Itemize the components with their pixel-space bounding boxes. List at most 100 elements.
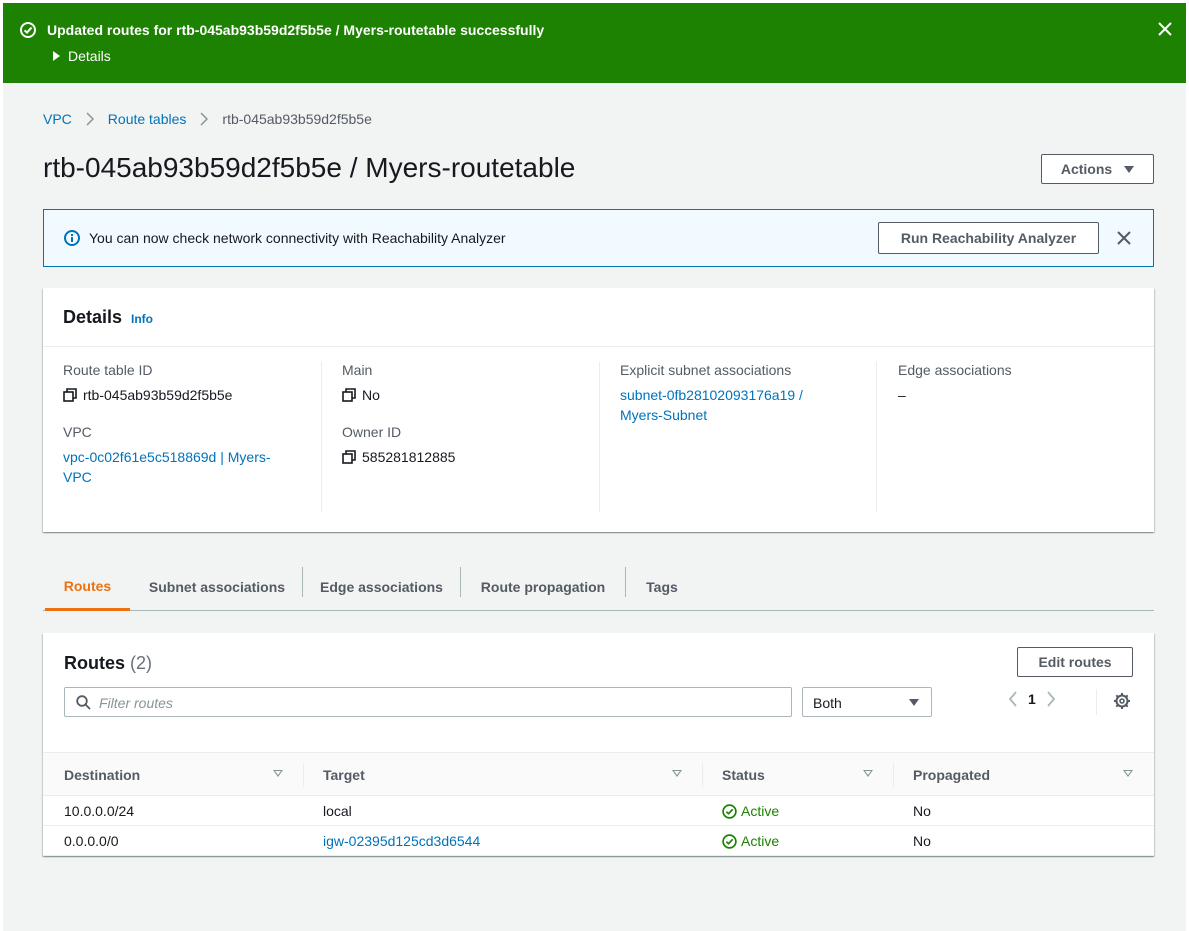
info-alert-message: You can now check network connectivity w… <box>89 230 506 246</box>
sort-icon[interactable] <box>863 753 873 797</box>
actions-label: Actions <box>1060 161 1113 177</box>
tab-routes[interactable]: Routes <box>45 563 130 611</box>
subnet-link-line1[interactable]: subnet-0fb28102093176a19 / <box>620 385 860 405</box>
column-divider <box>702 763 703 787</box>
column-divider <box>599 362 600 512</box>
vpc-label: VPC <box>63 424 92 440</box>
sort-icon[interactable] <box>672 753 682 797</box>
chevron-left-icon[interactable] <box>1008 691 1018 707</box>
page-title: rtb-045ab93b59d2f5b5e / Myers-routetable <box>43 152 576 183</box>
routes-table-header: Destination Target Status Propagated <box>43 752 1154 796</box>
tab-route-propagation[interactable]: Route propagation <box>467 563 619 611</box>
close-icon[interactable] <box>1115 229 1133 247</box>
actions-button[interactable]: Actions <box>1041 154 1154 184</box>
column-header-destination-label: Destination <box>64 767 141 783</box>
breadcrumb-route-tables[interactable]: Route tables <box>108 111 187 127</box>
gear-icon[interactable] <box>1113 692 1131 710</box>
details-column-1: Route table ID rtb-045ab93b59d2f5b5e VPC… <box>63 362 303 487</box>
breadcrumb: VPC Route tables rtb-045ab93b59d2f5b5e <box>43 111 372 127</box>
info-icon <box>64 230 80 246</box>
edit-routes-button[interactable]: Edit routes <box>1017 647 1133 677</box>
search-icon <box>76 695 91 710</box>
filter-routes-placeholder: Filter routes <box>99 695 173 711</box>
owner-id-value: 585281812885 <box>362 449 456 465</box>
subnet-link[interactable]: subnet-0fb28102093176a19 / Myers-Subnet <box>620 385 860 425</box>
status-cell: Active <box>722 803 779 819</box>
reachability-info-alert: You can now check network connectivity w… <box>43 209 1154 267</box>
details-column-3: Explicit subnet associations subnet-0fb2… <box>620 362 860 425</box>
tab-subnet-associations[interactable]: Subnet associations <box>137 563 297 611</box>
routes-title: Routes (2) <box>64 653 152 674</box>
copy-icon[interactable] <box>342 388 356 402</box>
propagated-cell: No <box>913 833 931 849</box>
route-table-id-label: Route table ID <box>63 362 153 378</box>
flash-message: Updated routes for rtb-045ab93b59d2f5b5e… <box>47 22 545 38</box>
column-header-status-label: Status <box>722 767 765 783</box>
details-info-link[interactable]: Info <box>131 312 153 326</box>
edge-associations-label: Edge associations <box>898 362 1012 378</box>
tab-divider <box>625 567 626 597</box>
routes-title-text: Routes <box>64 653 126 673</box>
column-divider <box>321 362 322 512</box>
page-number[interactable]: 1 <box>1028 691 1036 707</box>
column-header-target[interactable]: Target <box>323 753 365 797</box>
column-header-destination[interactable]: Destination <box>64 753 140 797</box>
tab-divider <box>302 567 303 597</box>
owner-id-label: Owner ID <box>342 424 402 440</box>
routes-panel: Routes (2) Edit routes Filter routes Bot… <box>43 633 1154 856</box>
run-reachability-analyzer-button[interactable]: Run Reachability Analyzer <box>878 222 1099 254</box>
column-header-target-label: Target <box>323 767 365 783</box>
column-divider <box>876 362 877 512</box>
route-filter-select[interactable]: Both <box>802 687 932 717</box>
column-header-propagated[interactable]: Propagated <box>913 753 990 797</box>
main-label: Main <box>342 362 373 378</box>
pagination: 1 <box>1008 691 1056 707</box>
details-title: Details <box>63 307 123 327</box>
tab-edge-associations[interactable]: Edge associations <box>309 563 454 611</box>
breadcrumb-current: rtb-045ab93b59d2f5b5e <box>222 111 372 127</box>
column-header-status[interactable]: Status <box>722 753 765 797</box>
route-table-id-value: rtb-045ab93b59d2f5b5e <box>83 387 233 403</box>
filter-routes-input[interactable]: Filter routes <box>64 687 792 717</box>
sort-icon[interactable] <box>273 753 283 797</box>
details-header: Details Info <box>43 288 1154 347</box>
table-row[interactable]: 10.0.0.0/24 local Active No <box>43 796 1154 826</box>
pager-divider <box>1096 689 1097 715</box>
details-panel: Details Info Route table ID rtb-045ab93b… <box>43 288 1154 532</box>
column-divider <box>303 763 304 787</box>
route-filter-value: Both <box>813 695 842 711</box>
status-cell: Active <box>722 833 779 849</box>
table-row[interactable]: 0.0.0.0/0 igw-02395d125cd3d6544 Active N… <box>43 826 1154 856</box>
column-header-propagated-label: Propagated <box>913 767 991 783</box>
propagated-cell: No <box>913 803 931 819</box>
vpc-link-line1[interactable]: vpc-0c02f61e5c518869d | Myers- <box>63 447 303 467</box>
copy-icon[interactable] <box>342 450 356 464</box>
target-link[interactable]: igw-02395d125cd3d6544 <box>323 833 480 849</box>
column-divider <box>893 763 894 787</box>
caret-down-icon <box>1124 165 1135 173</box>
sort-icon[interactable] <box>1123 753 1133 797</box>
target-cell: local <box>323 803 352 819</box>
run-reachability-label: Run Reachability Analyzer <box>900 230 1077 246</box>
success-flash-banner: Updated routes for rtb-045ab93b59d2f5b5e… <box>3 3 1186 83</box>
subnet-link-line2[interactable]: Myers-Subnet <box>620 405 860 425</box>
check-circle-icon <box>20 22 36 38</box>
chevron-right-icon[interactable] <box>1046 691 1056 707</box>
details-column-4: Edge associations – <box>898 362 1138 403</box>
subnet-associations-label: Explicit subnet associations <box>620 362 792 378</box>
destination-cell: 0.0.0.0/0 <box>64 833 119 849</box>
flash-details-toggle[interactable]: Details <box>53 48 111 64</box>
vpc-link[interactable]: vpc-0c02f61e5c518869d | Myers- VPC <box>63 447 303 487</box>
close-icon[interactable] <box>1156 20 1174 38</box>
copy-icon[interactable] <box>63 388 77 402</box>
breadcrumb-vpc[interactable]: VPC <box>43 111 72 127</box>
status-text: Active <box>741 833 780 849</box>
tab-tags[interactable]: Tags <box>633 563 691 611</box>
tab-bar: Routes Subnet associations Edge associat… <box>43 563 1154 611</box>
caret-right-icon <box>53 51 60 61</box>
edit-routes-label: Edit routes <box>1038 654 1112 670</box>
edge-associations-value: – <box>898 387 906 403</box>
flash-details-label: Details <box>68 48 111 64</box>
vpc-link-line2[interactable]: VPC <box>63 467 303 487</box>
routes-count: (2) <box>130 653 153 673</box>
